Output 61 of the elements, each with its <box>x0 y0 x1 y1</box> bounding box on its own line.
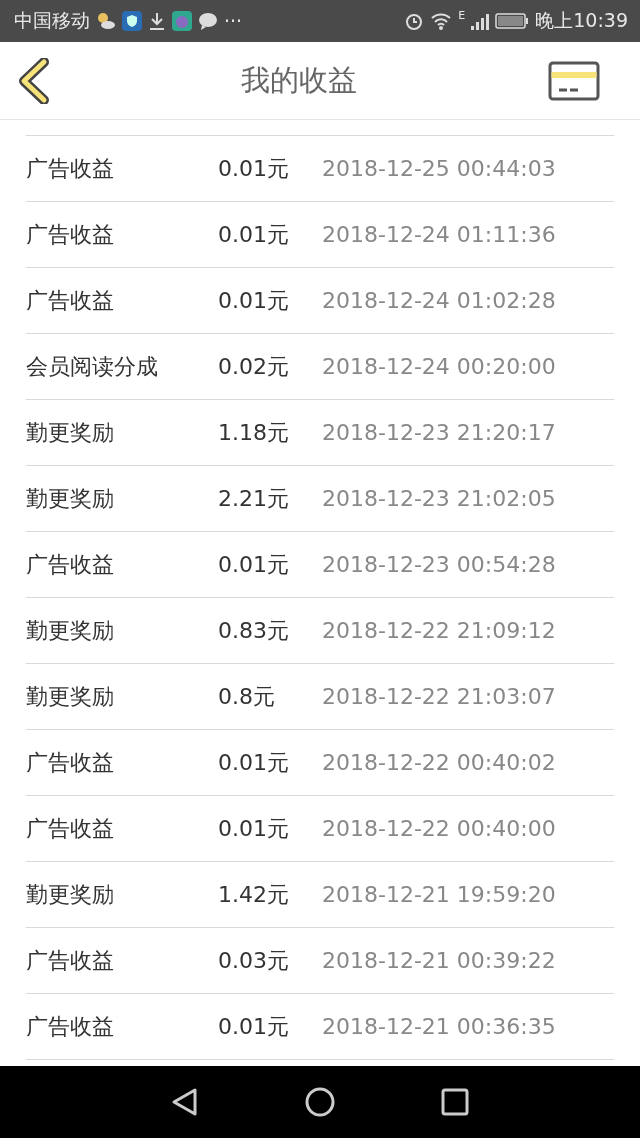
income-amount: 0.01元 <box>218 550 290 579</box>
income-type: 会员阅读分成 <box>26 352 159 381</box>
income-time: 2018-12-22 00:40:00 <box>322 816 556 841</box>
income-type: 广告收益 <box>26 286 115 315</box>
card-button[interactable] <box>548 60 600 101</box>
income-amount: 0.01元 <box>218 1012 290 1041</box>
income-amount: 0.01元 <box>218 814 290 843</box>
wifi-icon <box>430 11 453 31</box>
back-button[interactable] <box>18 57 50 104</box>
page-title: 我的收益 <box>241 61 357 99</box>
alarm-icon <box>404 11 425 31</box>
income-time: 2018-12-21 00:39:22 <box>322 948 556 973</box>
income-time: 2018-12-22 21:03:07 <box>322 684 556 709</box>
income-type: 勤更奖励 <box>26 616 115 645</box>
home-nav-icon[interactable] <box>305 1087 335 1117</box>
income-time: 2018-12-24 00:20:00 <box>322 354 556 379</box>
shield-icon <box>122 11 142 31</box>
weather-icon <box>96 11 116 31</box>
more-notifications: ··· <box>224 10 243 32</box>
back-nav-icon[interactable] <box>171 1087 199 1117</box>
income-amount: 0.83元 <box>218 616 290 645</box>
income-amount: 0.01元 <box>218 748 290 777</box>
income-type: 广告收益 <box>26 748 115 777</box>
income-amount: 1.18元 <box>218 418 290 447</box>
income-time: 2018-12-22 21:09:12 <box>322 618 556 643</box>
income-time: 2018-12-24 01:11:36 <box>322 222 556 247</box>
income-time: 2018-12-23 00:54:28 <box>322 552 556 577</box>
income-amount: 0.02元 <box>218 352 290 381</box>
app-icon <box>172 11 192 31</box>
carrier-name: 中国移动 <box>14 8 90 33</box>
signal-icon <box>471 11 490 31</box>
income-type: 广告收益 <box>26 154 115 183</box>
income-time: 2018-12-21 00:36:35 <box>322 1014 556 1039</box>
income-type: 广告收益 <box>26 814 115 843</box>
income-type: 勤更奖励 <box>26 484 115 513</box>
income-amount: 0.01元 <box>218 154 290 183</box>
income-time: 2018-12-23 21:02:05 <box>322 486 556 511</box>
income-type: 广告收益 <box>26 946 115 975</box>
income-amount: 0.01元 <box>218 286 290 315</box>
income-amount: 0.8元 <box>218 682 276 711</box>
income-amount: 0.01元 <box>218 220 290 249</box>
income-amount: 2.21元 <box>218 484 290 513</box>
income-time: 2018-12-24 01:02:28 <box>322 288 556 313</box>
income-type: 勤更奖励 <box>26 682 115 711</box>
income-type: 广告收益 <box>26 1012 115 1041</box>
income-amount: 1.42元 <box>218 880 290 909</box>
income-time: 2018-12-22 00:40:02 <box>322 750 556 775</box>
battery-icon <box>495 12 530 30</box>
clock-time: 晚上10:39 <box>535 8 628 33</box>
income-time: 2018-12-23 21:20:17 <box>322 420 556 445</box>
income-type: 勤更奖励 <box>26 880 115 909</box>
recents-nav-icon[interactable] <box>441 1088 469 1116</box>
income-type: 广告收益 <box>26 550 115 579</box>
income-type: 广告收益 <box>26 220 115 249</box>
income-time: 2018-12-21 19:59:20 <box>322 882 556 907</box>
income-type: 勤更奖励 <box>26 418 115 447</box>
income-amount: 0.03元 <box>218 946 290 975</box>
chat-icon <box>198 11 218 31</box>
download-icon <box>148 11 166 31</box>
network-type: E <box>458 9 466 22</box>
income-time: 2018-12-25 00:44:03 <box>322 156 556 181</box>
